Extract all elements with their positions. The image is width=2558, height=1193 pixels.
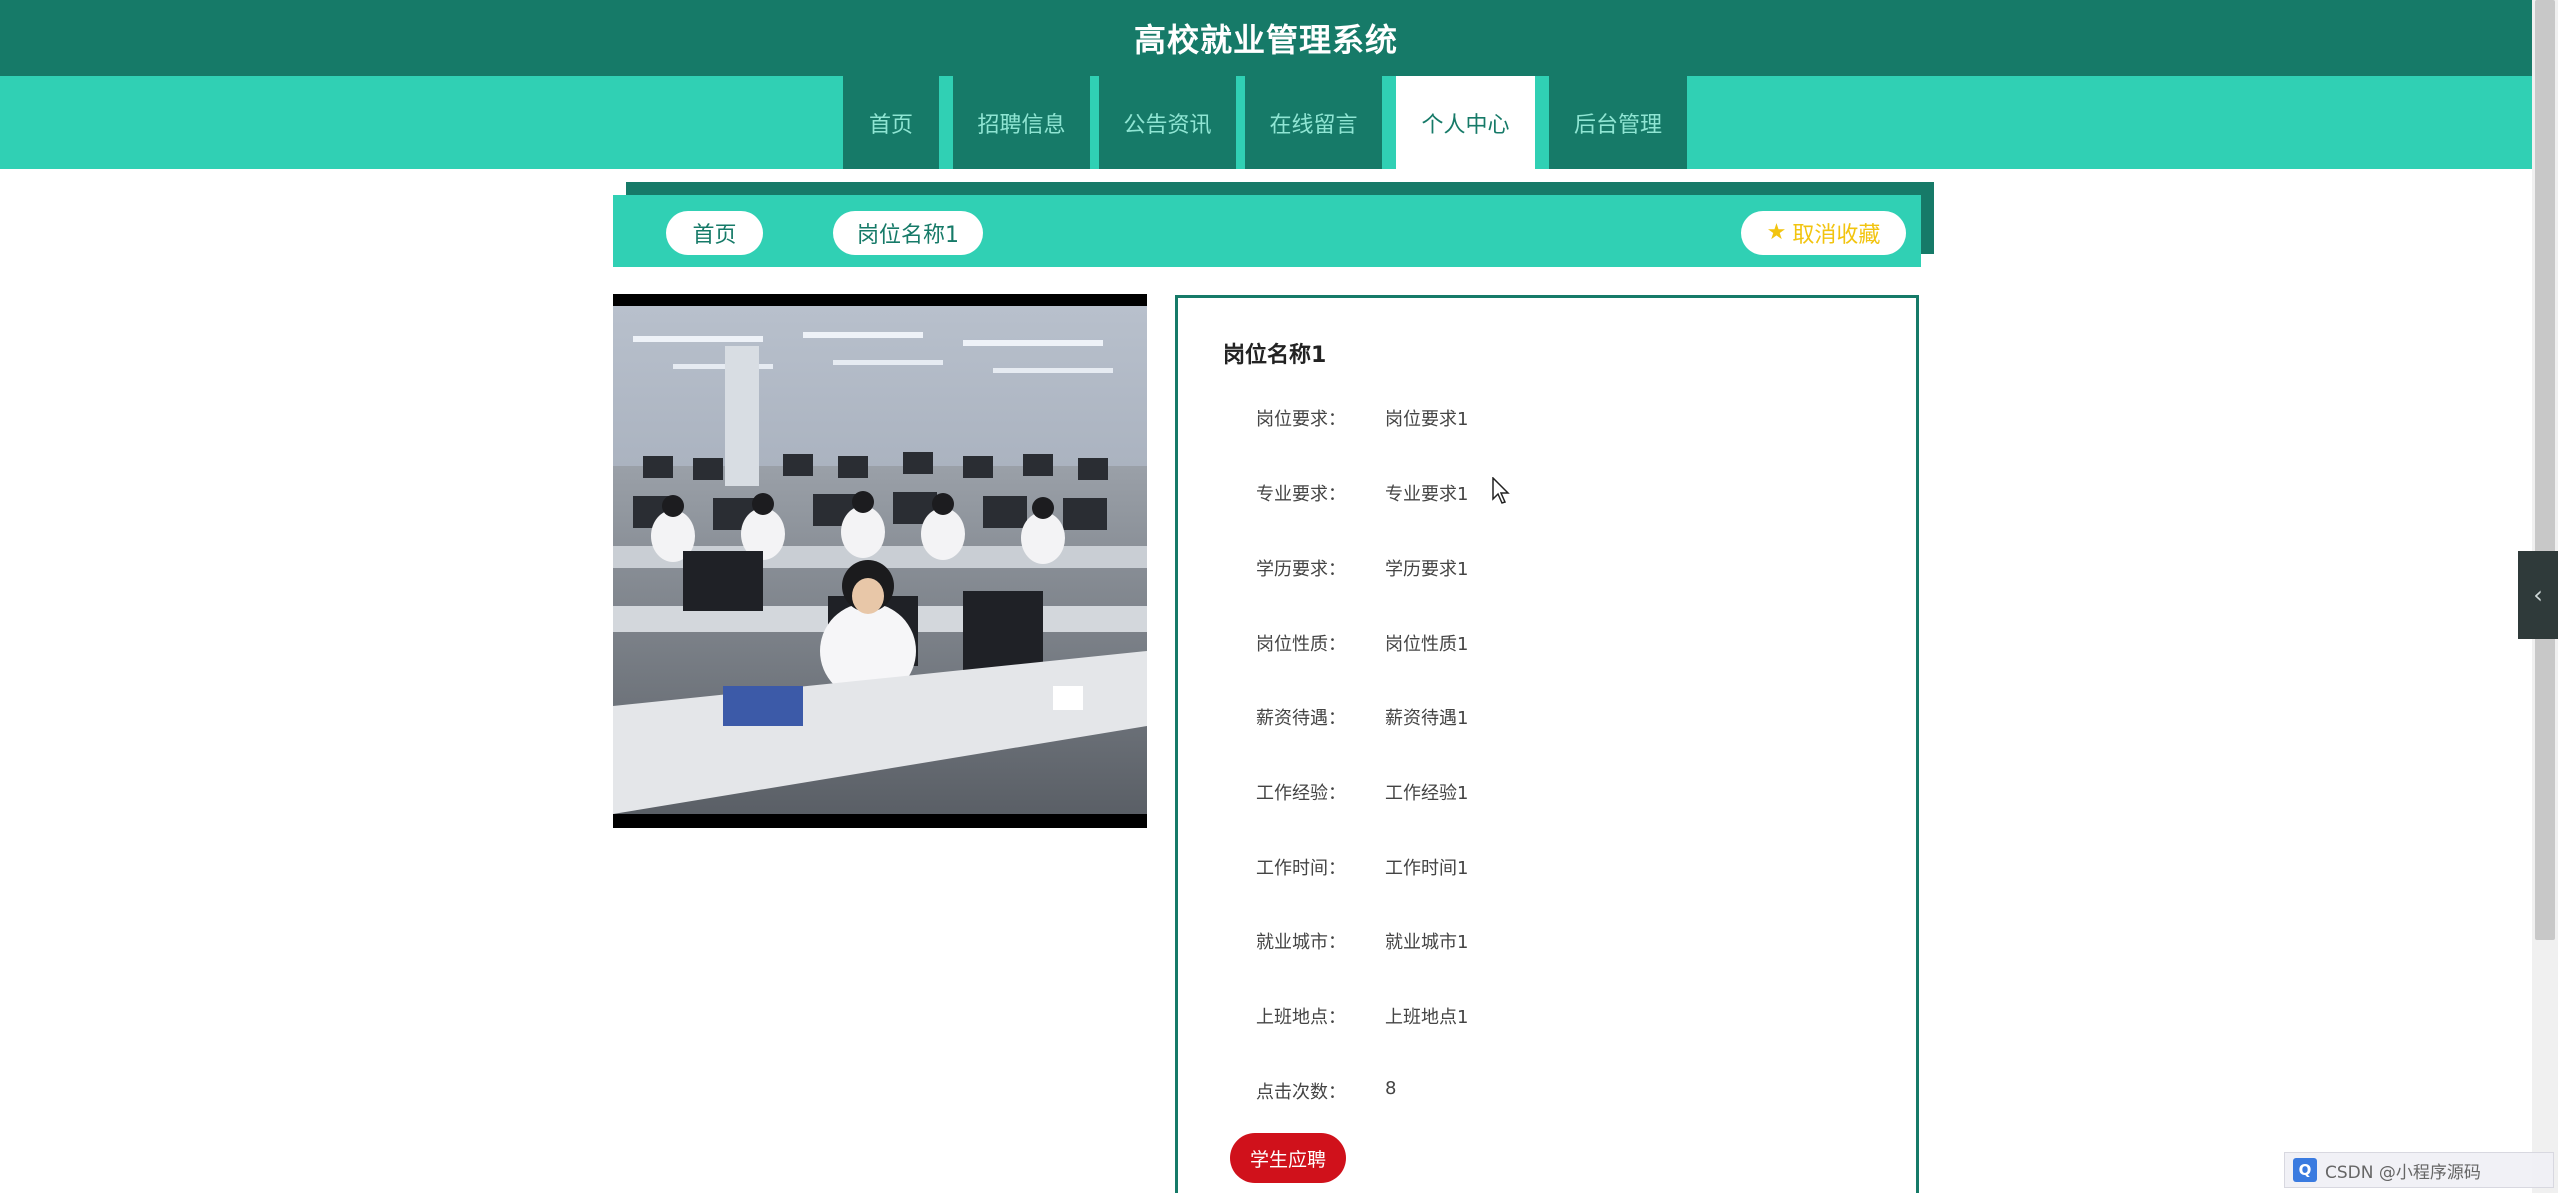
field-value-work-hours: 工作时间1: [1385, 858, 1469, 879]
breadcrumb-home[interactable]: 首页: [666, 211, 763, 255]
field-value-salary: 薪资待遇1: [1385, 708, 1469, 729]
field-value-experience: 工作经验1: [1385, 783, 1469, 804]
app-header: 高校就业管理系统: [0, 0, 2532, 76]
nav-item-announcements[interactable]: 公告资讯: [1099, 76, 1236, 169]
breadcrumb: [613, 195, 1921, 267]
field-label-major-requirement: 专业要求：: [1256, 484, 1346, 505]
field-label-city: 就业城市：: [1256, 932, 1346, 953]
side-panel-toggle[interactable]: ‹: [2518, 551, 2558, 639]
chevron-left-icon: ‹: [2533, 581, 2543, 609]
star-icon: ★: [1766, 220, 1787, 245]
field-value-education-requirement: 学历要求1: [1385, 559, 1469, 580]
app-title: 高校就业管理系统: [1133, 21, 1398, 59]
nav-item-jobs[interactable]: 招聘信息: [953, 76, 1090, 169]
nav-item-messages[interactable]: 在线留言: [1245, 76, 1382, 169]
unfavorite-button[interactable]: ★ 取消收藏: [1741, 211, 1906, 255]
nav-item-admin[interactable]: 后台管理: [1549, 76, 1687, 169]
job-title: 岗位名称1: [1223, 343, 1327, 368]
field-value-position-requirement: 岗位要求1: [1385, 409, 1469, 430]
nav-item-home[interactable]: 首页: [843, 76, 939, 169]
field-value-city: 就业城市1: [1385, 932, 1469, 953]
job-photo: [613, 306, 1147, 814]
field-value-job-type: 岗位性质1: [1385, 634, 1469, 655]
field-label-experience: 工作经验：: [1256, 783, 1346, 804]
field-label-job-type: 岗位性质：: [1256, 634, 1346, 655]
field-label-salary: 薪资待遇：: [1256, 708, 1346, 729]
field-label-work-hours: 工作时间：: [1256, 858, 1346, 879]
watermark: Q CSDN @小程序源码: [2284, 1152, 2554, 1188]
nav-item-personal-center[interactable]: 个人中心: [1396, 76, 1535, 169]
mouse-cursor-icon: [1492, 476, 1510, 505]
scrollbar-thumb[interactable]: [2535, 0, 2555, 940]
field-label-location: 上班地点：: [1256, 1007, 1346, 1028]
field-value-major-requirement: 专业要求1: [1385, 484, 1469, 505]
field-label-position-requirement: 岗位要求：: [1256, 409, 1346, 430]
breadcrumb-current[interactable]: 岗位名称1: [833, 211, 983, 255]
field-label-education-requirement: 学历要求：: [1256, 559, 1346, 580]
apply-button[interactable]: 学生应聘: [1230, 1133, 1346, 1183]
field-label-click-count: 点击次数：: [1256, 1082, 1346, 1103]
watermark-text: CSDN @小程序源码: [2325, 1162, 2481, 1183]
watermark-logo-icon: Q: [2293, 1158, 2317, 1182]
unfavorite-label: 取消收藏: [1792, 223, 1881, 248]
field-value-click-count: 8: [1385, 1078, 1397, 1099]
field-value-location: 上班地点1: [1385, 1007, 1469, 1028]
